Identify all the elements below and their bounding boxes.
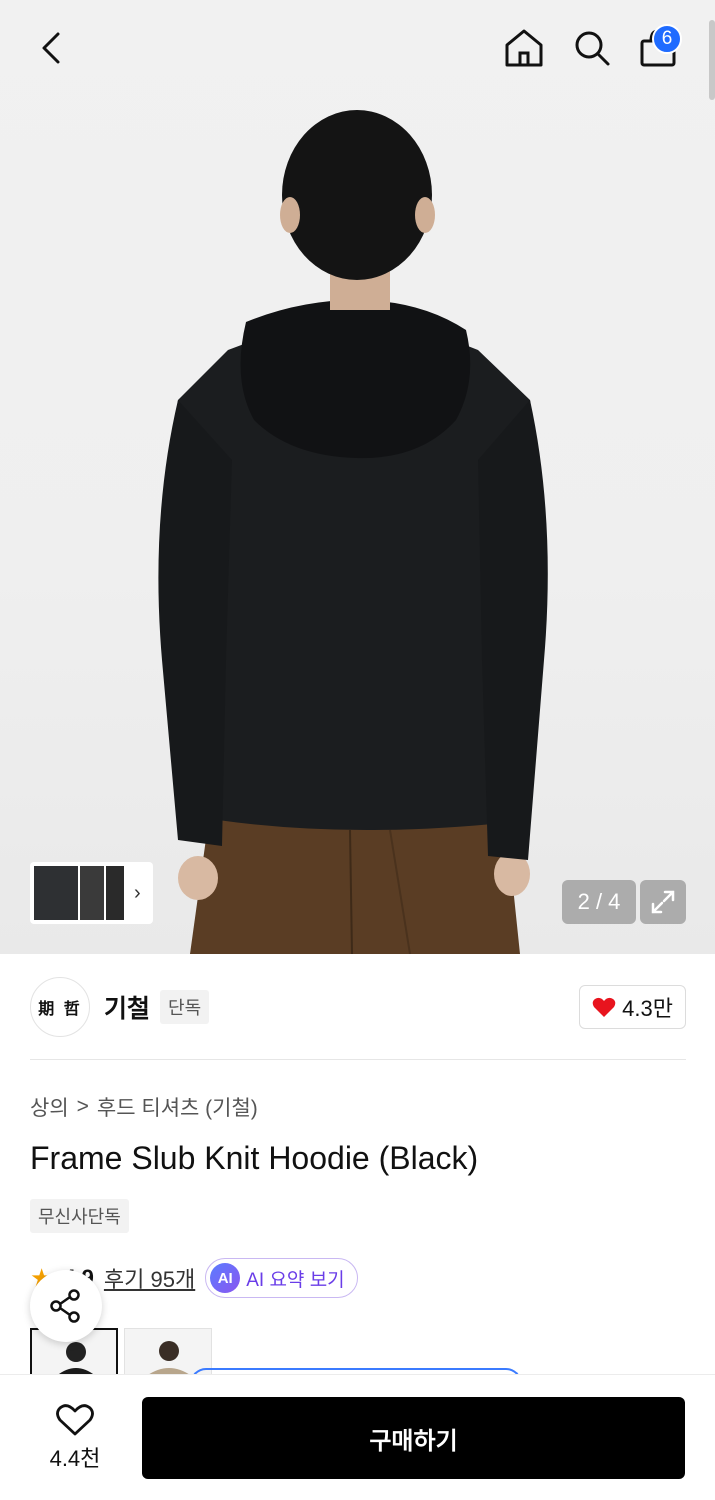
- expand-button[interactable]: [640, 880, 686, 924]
- brand-name[interactable]: 기철: [104, 989, 150, 1025]
- thumbnail-strip[interactable]: ›: [30, 862, 153, 924]
- brand-row: 期 哲 기철 단독 4.3만: [30, 976, 686, 1038]
- breadcrumb: 상의 > 후드 티셔츠 (기철): [30, 1092, 258, 1122]
- buy-button[interactable]: 구매하기: [142, 1397, 685, 1479]
- wishlist-count: 4.4천: [49, 1446, 101, 1471]
- heart-outline-icon: [56, 1404, 94, 1436]
- search-icon: [575, 31, 610, 66]
- chevron-left-icon: [42, 32, 60, 64]
- brand-exclusive-tag: 단독: [160, 990, 210, 1024]
- home-icon: [505, 29, 543, 67]
- home-button[interactable]: [500, 24, 548, 72]
- product-image-gallery[interactable]: 6 › 2 / 4: [0, 0, 715, 954]
- exclusive-badge: 무신사단독: [30, 1199, 129, 1233]
- cart-count-badge: 6: [652, 24, 682, 54]
- share-button[interactable]: [30, 1270, 102, 1342]
- thumbnail-1[interactable]: [34, 866, 78, 920]
- brand-like-count: 4.3만: [622, 996, 673, 1021]
- image-pager: 2 / 4: [562, 880, 636, 924]
- search-button[interactable]: [568, 24, 616, 72]
- ai-badge-icon: AI: [210, 1263, 241, 1293]
- bottom-action-bar: 4.4천 구매하기: [0, 1374, 715, 1500]
- ai-summary-label: AI 요약 보기: [246, 1269, 345, 1291]
- brand-logo-text: 期 哲: [38, 999, 82, 1018]
- back-button[interactable]: [28, 24, 76, 72]
- cart-button[interactable]: 6: [634, 24, 682, 72]
- share-icon: [50, 1289, 80, 1323]
- product-photo: [158, 110, 548, 954]
- heart-icon: [592, 997, 616, 1017]
- thumbnail-2[interactable]: [80, 866, 104, 920]
- breadcrumb-subcategory[interactable]: 후드 티셔츠 (기철): [97, 1092, 258, 1122]
- review-link[interactable]: 후기 95개: [104, 1262, 195, 1294]
- divider: [30, 1059, 686, 1060]
- thumbnail-3[interactable]: [106, 866, 124, 920]
- brand-like-button[interactable]: 4.3만: [579, 985, 686, 1029]
- breadcrumb-separator: >: [76, 1095, 89, 1118]
- wishlist-button[interactable]: 4.4천: [30, 1397, 120, 1479]
- brand-logo[interactable]: 期 哲: [30, 977, 90, 1037]
- expand-icon: [651, 890, 675, 914]
- product-title: Frame Slub Knit Hoodie (Black): [30, 1140, 479, 1176]
- scrollbar[interactable]: [709, 20, 715, 100]
- ai-summary-button[interactable]: AI AI 요약 보기: [205, 1258, 358, 1298]
- breadcrumb-category[interactable]: 상의: [30, 1092, 69, 1122]
- chevron-right-icon[interactable]: ›: [134, 882, 141, 905]
